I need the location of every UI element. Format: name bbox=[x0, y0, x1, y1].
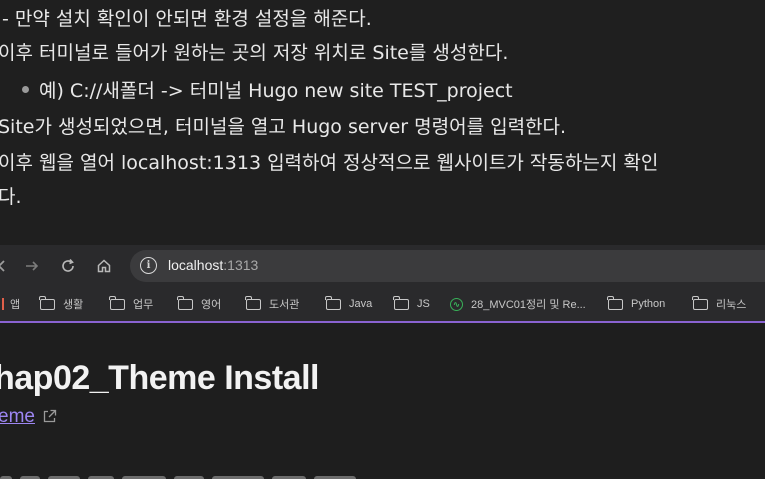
external-link-icon bbox=[42, 409, 57, 424]
bookmark-label: 리눅스 bbox=[716, 299, 747, 311]
bookmark-folder-java[interactable]: Java bbox=[325, 295, 373, 313]
site-favicon-icon: ∿ bbox=[450, 297, 463, 311]
bookmark-label: Python bbox=[631, 298, 666, 310]
reload-icon[interactable] bbox=[56, 254, 80, 278]
doc-line-4: Site가 생성되었으면, 터미널을 열고 Hugo server 명령어를 입… bbox=[0, 116, 567, 138]
folder-icon bbox=[692, 295, 708, 310]
doc-bullet-item: 예) C://새폴더 -> 터미널 Hugo new site TEST_pro… bbox=[22, 76, 513, 103]
folder-icon bbox=[393, 295, 409, 310]
bookmark-apps[interactable]: 앱 bbox=[0, 295, 20, 313]
browser-window: i localhost:1313 앱 생활 업무 영어 도서관 Java JS … bbox=[0, 245, 765, 479]
doc-line-2: 이후 터미널로 들어가 원하는 곳의 저장 위치로 Site를 생성한다. bbox=[0, 42, 509, 64]
folder-icon bbox=[109, 295, 125, 310]
bookmark-folder-js[interactable]: JS bbox=[393, 295, 430, 313]
bookmark-label: 도서관 bbox=[269, 299, 300, 311]
doc-line-5: 이후 웹을 열어 localhost:1313 입력하여 정상적으로 웹사이트가… bbox=[0, 152, 659, 174]
folder-icon bbox=[325, 295, 341, 310]
url-host: localhost bbox=[168, 257, 224, 273]
browser-toolbar: i localhost:1313 bbox=[0, 245, 765, 287]
folder-icon bbox=[39, 295, 55, 310]
bookmark-folder-library[interactable]: 도서관 bbox=[245, 295, 300, 313]
bullet-icon bbox=[22, 86, 29, 93]
page-title: hap02_Theme Install bbox=[0, 359, 319, 397]
bookmark-folder-english[interactable]: 영어 bbox=[177, 295, 222, 313]
theme-link[interactable]: eme bbox=[0, 406, 35, 428]
folder-icon bbox=[245, 295, 261, 310]
bookmark-folder-linux[interactable]: 리눅스 bbox=[692, 295, 747, 313]
bookmark-label: JS bbox=[417, 298, 430, 310]
bookmark-label: 28_MVC01정리 및 Re... bbox=[471, 299, 586, 311]
url-port: :1313 bbox=[223, 257, 259, 273]
doc-line-6: 다. bbox=[0, 186, 22, 208]
bookmark-folder-python[interactable]: Python bbox=[607, 295, 666, 313]
apps-grid-icon bbox=[0, 298, 4, 310]
home-icon[interactable] bbox=[92, 254, 116, 278]
bookmark-label: 앱 bbox=[10, 299, 21, 311]
folder-icon bbox=[177, 295, 193, 310]
bookmark-label: 생활 bbox=[63, 299, 84, 311]
site-info-icon[interactable]: i bbox=[140, 257, 157, 274]
folder-icon bbox=[607, 295, 623, 310]
forward-arrow-icon[interactable] bbox=[20, 254, 44, 278]
back-icon[interactable] bbox=[0, 254, 14, 278]
bookmark-folder-work[interactable]: 업무 bbox=[109, 295, 154, 313]
bookmarks-bar: 앱 생활 업무 영어 도서관 Java JS ∿ 28_MVC01정리 및 Re.… bbox=[0, 287, 765, 323]
bookmark-label: 업무 bbox=[133, 299, 154, 311]
url-text[interactable]: localhost:1313 bbox=[168, 257, 258, 273]
bookmark-mvc[interactable]: ∿ 28_MVC01정리 및 Re... bbox=[450, 295, 586, 313]
cropped-text-line bbox=[0, 467, 420, 479]
document-area: - 만약 설치 확인이 안되면 환경 설정을 해준다. 이후 터미널로 들어가 … bbox=[0, 0, 765, 245]
address-bar[interactable]: i localhost:1313 bbox=[130, 250, 765, 282]
bookmark-label: 영어 bbox=[201, 299, 222, 311]
bookmark-label: Java bbox=[349, 298, 373, 310]
doc-line-1: - 만약 설치 확인이 안되면 환경 설정을 해준다. bbox=[2, 8, 372, 30]
bookmark-folder-life[interactable]: 생활 bbox=[39, 295, 84, 313]
doc-line-3: 예) C://새폴더 -> 터미널 Hugo new site TEST_pro… bbox=[39, 80, 513, 102]
